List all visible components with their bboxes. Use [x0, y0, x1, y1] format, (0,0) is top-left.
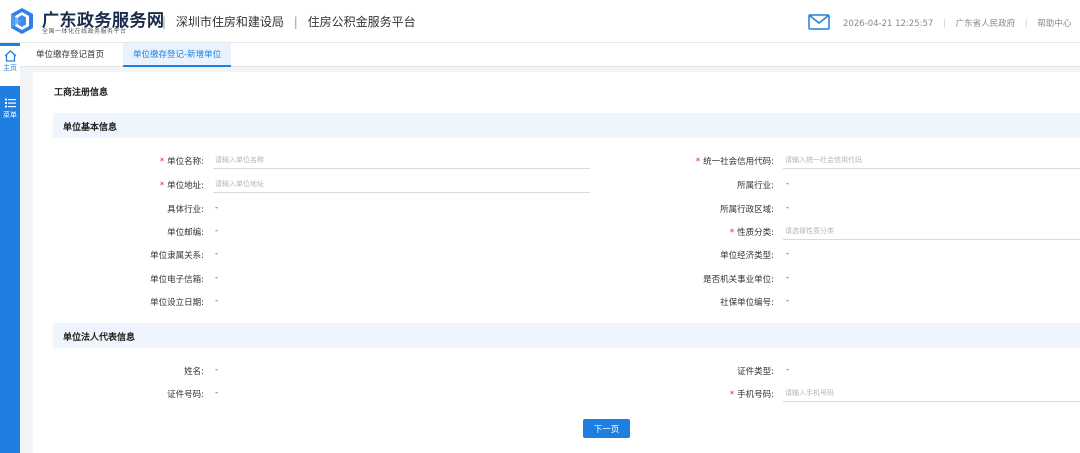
admin-region-value: - — [786, 203, 790, 213]
header-separator: | — [942, 19, 946, 29]
header-separator: | — [162, 15, 167, 29]
dept-name: 深圳市住房和建设局 — [175, 15, 284, 29]
section-legal-rep: 单位法人代表信息 — [53, 323, 1080, 348]
home-icon — [4, 50, 16, 62]
is-gov-value: - — [786, 273, 790, 283]
credit-code-input[interactable] — [783, 151, 1080, 169]
id-type-value: - — [786, 365, 790, 375]
mail-icon[interactable] — [808, 14, 830, 30]
is-gov-label: 是否机关事业单位: — [703, 275, 774, 285]
label-text: 手机号码: — [737, 390, 774, 400]
postcode-value: - — [215, 226, 219, 236]
id-no-label: 证件号码: — [167, 390, 204, 400]
tab-registration-home[interactable]: 单位缴存登记首页 — [26, 43, 114, 67]
unit-name-label: * 单位名称: — [4, 155, 204, 167]
setup-date-label: 单位设立日期: — [150, 298, 204, 308]
next-page-button[interactable]: 下一页 — [583, 419, 630, 438]
section-title: 单位基本信息 — [63, 123, 118, 133]
affiliation-label: 单位隶属关系: — [150, 251, 204, 261]
email-label: 单位电子信箱: — [150, 275, 204, 285]
nature-label: * 性质分类: — [574, 226, 774, 238]
name-value: - — [215, 365, 219, 375]
header-separator: | — [1024, 19, 1028, 29]
platform-name: 住房公积金服务平台 — [307, 15, 416, 29]
sidebar-item-label: 菜单 — [3, 111, 17, 119]
menu-icon — [4, 98, 16, 108]
tab-add-unit[interactable]: 单位缴存登记-新增单位 — [123, 43, 232, 67]
mobile-input[interactable] — [783, 384, 1080, 402]
unit-address-label: * 单位地址: — [4, 179, 204, 191]
specific-industry-label: 具体行业: — [167, 205, 204, 215]
label-text: 性质分类: — [737, 228, 774, 238]
mobile-label: * 手机号码: — [574, 388, 774, 400]
header-separator: | — [293, 15, 298, 29]
sidebar-item-label: 主页 — [3, 64, 17, 72]
affiliation-value: - — [215, 249, 219, 259]
required-mark: * — [695, 157, 701, 167]
setup-date-value: - — [215, 296, 219, 306]
top-header: 广东政务服务网 全国一体化在线政务服务平台 | 深圳市住房和建设局 | 住房公积… — [0, 0, 1080, 43]
id-no-value: - — [215, 388, 219, 398]
specific-industry-value: - — [215, 203, 219, 213]
sidebar-item-home[interactable]: 主页 — [0, 46, 20, 86]
economic-type-value: - — [786, 249, 790, 259]
social-no-label: 社保单位编号: — [720, 298, 774, 308]
label-text: 统一社会信用代码: — [703, 157, 774, 167]
header-right: 2026-04-21 12:25:57 | 广东省人民政府 | 帮助中心 — [843, 17, 1071, 29]
industry-value: - — [786, 179, 790, 189]
sidebar-item-menu[interactable]: 菜单 — [0, 93, 20, 133]
datetime: 2026-04-21 12:25:57 — [843, 19, 934, 29]
label-text: 单位地址: — [167, 181, 204, 191]
region-link[interactable]: 广东省人民政府 — [956, 19, 1016, 29]
industry-label: 所属行业: — [737, 181, 774, 191]
required-mark: * — [729, 390, 735, 400]
postcode-label: 单位邮编: — [167, 228, 204, 238]
tab-bar: 单位缴存登记首页 单位缴存登记-新增单位 — [20, 43, 1080, 67]
email-value: - — [215, 273, 219, 283]
header-titles: | 深圳市住房和建设局 | 住房公积金服务平台 — [156, 13, 416, 30]
section-title: 单位法人代表信息 — [63, 333, 136, 343]
unit-address-input[interactable] — [213, 175, 590, 193]
admin-region-label: 所属行政区域: — [720, 205, 774, 215]
nature-select[interactable] — [783, 222, 1080, 240]
id-type-label: 证件类型: — [737, 367, 774, 377]
name-label: 姓名: — [184, 367, 204, 377]
form-title: 工商注册信息 — [54, 88, 109, 98]
required-mark: * — [729, 228, 735, 238]
section-basic-info: 单位基本信息 — [53, 113, 1080, 138]
guangdong-logo-icon — [11, 8, 33, 34]
required-mark: * — [159, 181, 165, 191]
label-text: 单位名称: — [167, 157, 204, 167]
credit-code-label: * 统一社会信用代码: — [574, 155, 774, 167]
help-center-link[interactable]: 帮助中心 — [1037, 19, 1071, 29]
economic-type-label: 单位经济类型: — [720, 251, 774, 261]
social-no-value: - — [786, 296, 790, 306]
brand-subtitle: 全国一体化在线政务服务平台 — [42, 28, 127, 35]
required-mark: * — [159, 157, 165, 167]
unit-name-input[interactable] — [213, 151, 590, 169]
